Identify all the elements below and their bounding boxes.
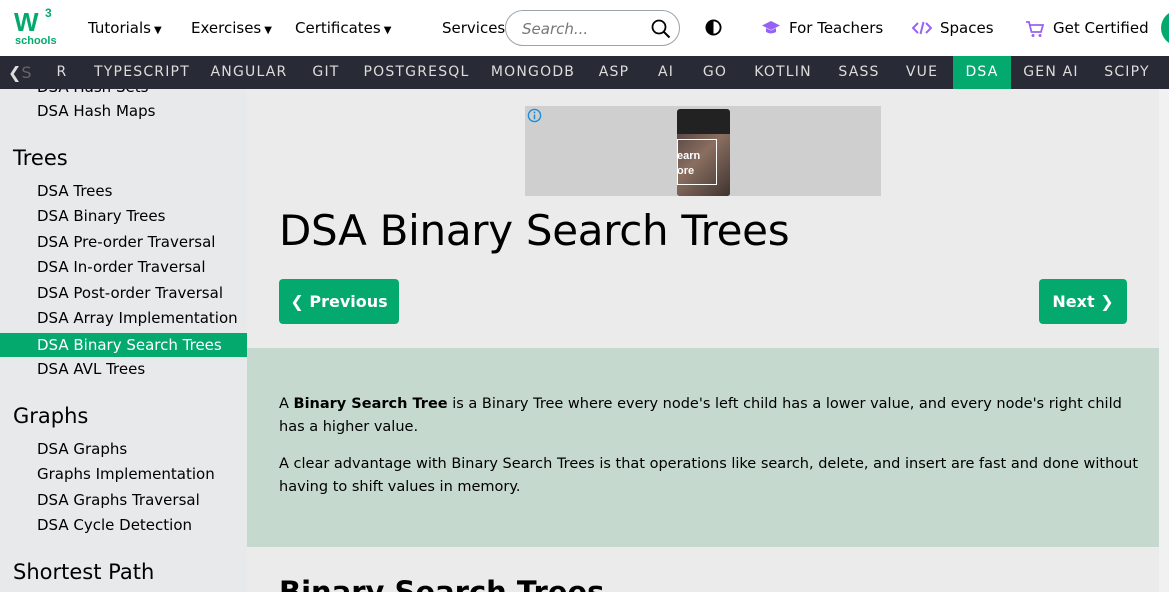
sidebar-item-binary-trees[interactable]: DSA Binary Trees [0,204,247,228]
sidebar: DSA Hash Sets DSA Hash Maps Trees DSA Tr… [0,89,247,592]
for-teachers-label: For Teachers [789,19,884,37]
subnav-item-dsa[interactable]: DSA [953,56,1011,89]
chevron-right-icon: ❯ [1100,292,1114,311]
subnav-item-r[interactable]: R [50,56,74,89]
next-label: Next [1052,292,1095,311]
sidebar-item-hash-sets[interactable]: DSA Hash Sets [0,89,247,99]
get-certified-label: Get Certified [1053,19,1149,37]
subnav-item-postgresql[interactable]: POSTGRESQL [360,56,473,89]
caret-down-icon: ▼ [264,25,272,36]
intro-paragraph-1: A Binary Search Tree is a Binary Tree wh… [279,396,1122,435]
subnav-item-gen-ai[interactable]: GEN AI [1018,56,1084,89]
subnav-item-asp[interactable]: ASP [592,56,636,89]
scroll-left-icon[interactable]: ❮S [0,56,32,89]
search-input[interactable] [522,19,647,39]
sidebar-item-trees[interactable]: DSA Trees [0,179,247,203]
sidebar-item-graphs-impl[interactable]: Graphs Implementation [0,462,247,486]
graduation-cap-icon [762,21,780,34]
sidebar-item-postorder[interactable]: DSA Post-order Traversal [0,281,247,305]
exercises-label: Exercises [191,19,262,37]
section-title: Binary Search Trees [279,575,605,592]
advertisement[interactable]: earn ore [525,106,881,196]
page-title: DSA Binary Search Trees [279,206,790,255]
language-subnav: ❮S R TYPESCRIPT ANGULAR GIT POSTGRESQL M… [0,56,1169,89]
spaces-label: Spaces [940,19,994,37]
contrast-icon[interactable] [705,19,722,36]
certificates-label: Certificates [295,19,381,37]
cart-icon [1026,21,1045,37]
subnav-item-mongodb[interactable]: MONGODB [486,56,580,89]
subnav-item-git[interactable]: GIT [306,56,346,89]
intro-paragraph-2: A clear advantage with Binary Search Tre… [279,456,1139,495]
subnav-item-vue[interactable]: VUE [899,56,945,89]
top-navigation: W 3 schools Tutorials ▼ Exercises ▼ Certif… [0,0,1169,56]
tutorials-menu[interactable]: Tutorials ▼ [88,19,162,37]
subnav-item-kotlin[interactable]: KOTLIN [748,56,818,89]
intro-term: Binary Search Tree [293,396,448,412]
next-button[interactable]: Next ❯ [1039,279,1127,324]
intro-box: A Binary Search Tree is a Binary Tree wh… [247,348,1159,547]
sidebar-item-array-impl[interactable]: DSA Array Implementation [0,306,247,330]
subnav-item-go[interactable]: GO [697,56,733,89]
get-certified-link[interactable]: Get Certified [1025,19,1149,37]
subnav-item-angular[interactable]: ANGULAR [205,56,293,89]
w3schools-logo[interactable]: W 3 schools [14,6,57,47]
sidebar-item-preorder[interactable]: DSA Pre-order Traversal [0,230,247,254]
main-content: earn ore DSA Binary Search Trees ❮ Previo… [247,89,1159,592]
subnav-item-scipy[interactable]: SCIPY [1097,56,1157,89]
sidebar-item-hash-maps[interactable]: DSA Hash Maps [0,99,247,123]
caret-down-icon: ▼ [383,25,392,36]
ad-text-2: ore [677,165,695,177]
spaces-link[interactable]: Spaces [912,19,994,37]
logo-mark: W [14,7,39,37]
sidebar-heading-graphs: Graphs [13,404,89,428]
exercises-menu[interactable]: Exercises ▼ [191,19,272,37]
logo-sup: 3 [45,6,52,20]
ad-text-1: earn [677,150,701,162]
chevron-left-icon: ❮ [290,292,304,311]
certificates-menu[interactable]: Certificates ▼ [295,19,391,37]
subnav-item-sass[interactable]: SASS [832,56,886,89]
search-icon[interactable] [651,19,671,39]
scrollbar-track[interactable] [1159,89,1169,592]
info-icon[interactable] [527,108,542,123]
logo-subtext: schools [15,35,57,47]
caret-down-icon: ▼ [153,25,162,36]
subnav-item-ai[interactable]: AI [651,56,681,89]
tutorials-label: Tutorials [88,19,151,37]
sidebar-item-inorder[interactable]: DSA In-order Traversal [0,255,247,279]
sidebar-heading-trees: Trees [13,146,68,170]
sidebar-item-graphs[interactable]: DSA Graphs [0,437,247,461]
sidebar-heading-shortest-path: Shortest Path [13,560,155,584]
search-box [505,10,680,46]
sidebar-item-cycle-detection[interactable]: DSA Cycle Detection [0,513,247,537]
sidebar-item-bst[interactable]: DSA Binary Search Trees [0,333,247,357]
previous-label: Previous [309,292,388,311]
avatar[interactable] [1161,10,1169,46]
services-label: Services [442,19,506,37]
code-icon [912,21,932,35]
subnav-item-typescript[interactable]: TYPESCRIPT [89,56,195,89]
sidebar-item-graphs-traversal[interactable]: DSA Graphs Traversal [0,488,247,512]
ad-image: earn ore [677,109,730,196]
sidebar-item-avl[interactable]: DSA AVL Trees [0,357,247,381]
previous-button[interactable]: ❮ Previous [279,279,399,324]
for-teachers-link[interactable]: For Teachers [761,19,883,37]
